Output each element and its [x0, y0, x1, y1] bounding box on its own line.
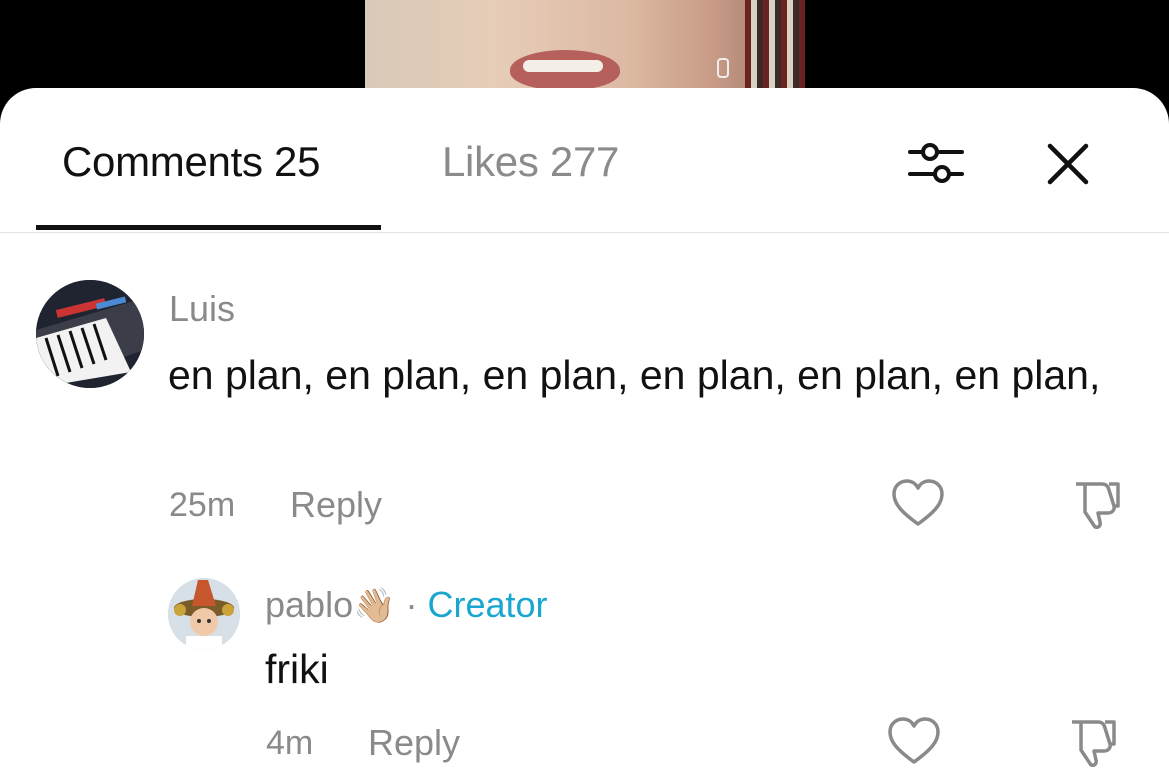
comment-timestamp: 25m: [169, 486, 236, 524]
wave-emoji: 👋🏼: [353, 587, 396, 625]
tab-comments[interactable]: Comments 25: [62, 138, 320, 186]
heart-icon: [888, 717, 940, 764]
like-button[interactable]: [886, 714, 942, 770]
separator-dot: ·: [405, 584, 418, 625]
like-button[interactable]: [890, 476, 946, 532]
thumbs-down-icon: [1072, 720, 1116, 767]
dislike-button[interactable]: [1064, 714, 1120, 770]
sliders-icon: [908, 143, 964, 183]
video-earring: [717, 58, 729, 78]
avatar[interactable]: [36, 280, 144, 388]
heart-icon: [892, 479, 944, 526]
reply-button[interactable]: Reply: [368, 722, 460, 764]
close-icon: [1047, 143, 1089, 185]
tabs-bar: Comments 25 Likes 277: [0, 88, 1169, 233]
reply-button[interactable]: Reply: [290, 484, 382, 526]
creator-badge: Creator: [427, 584, 548, 625]
child-wizard-image: [168, 578, 240, 650]
active-tab-indicator: [36, 225, 381, 230]
comments-sheet: Comments 25 Likes 277 Luis en plan, en p…: [0, 88, 1169, 780]
avatar[interactable]: [168, 578, 240, 650]
video-teeth: [523, 60, 603, 72]
tab-likes[interactable]: Likes 277: [442, 138, 619, 186]
video-bookshelf: [745, 0, 805, 100]
close-button[interactable]: [1036, 132, 1100, 196]
synthesizer-image: [36, 280, 144, 388]
reply-username[interactable]: pablo: [265, 584, 353, 625]
thumbs-down-icon: [1076, 482, 1120, 529]
reply-username-row: pablo👋🏼 · Creator: [265, 584, 548, 626]
reply-timestamp: 4m: [266, 724, 314, 762]
dislike-button[interactable]: [1068, 476, 1124, 532]
comment-text: en plan, en plan, en plan, en plan, en p…: [168, 352, 1101, 398]
comment-username[interactable]: Luis: [169, 288, 235, 330]
reply-text: friki: [265, 646, 329, 692]
filter-button[interactable]: [904, 132, 968, 196]
video-preview: [365, 0, 805, 100]
